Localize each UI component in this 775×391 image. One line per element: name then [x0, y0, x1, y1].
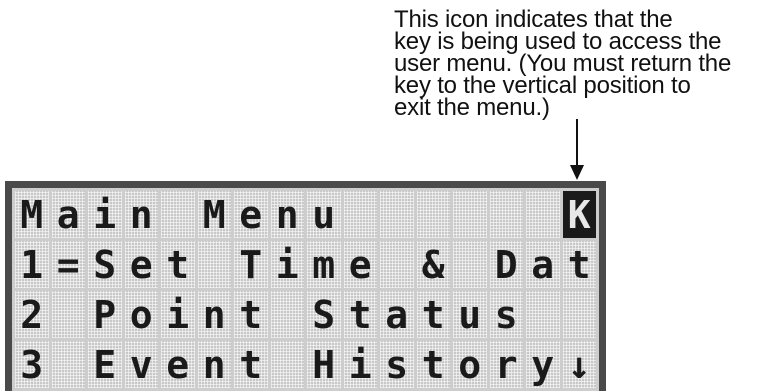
lcd-char-cell	[51, 291, 85, 338]
lcd-char-cell: y	[526, 341, 560, 388]
lcd-char-cell: o	[124, 291, 158, 338]
lcd-char-cell: m	[307, 241, 341, 288]
lcd-char-cell	[51, 341, 85, 388]
lcd-char-cell	[270, 291, 304, 338]
lcd-empty-cell	[562, 291, 596, 338]
lcd-char-cell: e	[343, 241, 377, 288]
lcd-empty-cell	[489, 191, 523, 238]
lcd-char-cell: v	[124, 341, 158, 388]
lcd-char-cell: t	[416, 291, 450, 338]
lcd-char-cell: s	[489, 291, 523, 338]
lcd-empty-cell	[380, 191, 414, 238]
lcd-char-cell: H	[307, 341, 341, 388]
lcd-char-cell	[380, 241, 414, 288]
lcd-char-cell: t	[416, 341, 450, 388]
lcd-char-cell: =	[51, 241, 85, 288]
lcd-char-cell: i	[270, 241, 304, 288]
lcd-empty-cell	[453, 191, 487, 238]
callout-line-5: exit the menu.)	[394, 94, 550, 121]
lcd-char-cell: a	[526, 241, 560, 288]
lcd-char-cell: e	[161, 341, 195, 388]
key-mode-icon: K	[562, 191, 596, 238]
lcd-char-cell: t	[234, 341, 268, 388]
lcd-char-cell: M	[197, 191, 231, 238]
lcd-char-cell: t	[234, 291, 268, 338]
lcd-char-cell: e	[234, 191, 268, 238]
lcd-char-cell: t	[562, 241, 596, 288]
lcd-char-cell: D	[489, 241, 523, 288]
lcd-char-cell: T	[234, 241, 268, 288]
callout-arrow-icon	[570, 119, 584, 180]
lcd-char-cell: o	[453, 341, 487, 388]
lcd-char-cell: n	[197, 291, 231, 338]
lcd-screen: Main Me n u K 1 = Se t Time & Dat2 Point Status…	[12, 188, 599, 391]
lcd-char-cell: E	[88, 341, 122, 388]
lcd-char-cell	[161, 191, 195, 238]
lcd-char-cell: 3	[15, 341, 49, 388]
lcd-char-cell	[453, 241, 487, 288]
lcd-char-cell: n	[124, 191, 158, 238]
lcd-char-cell: n	[197, 341, 231, 388]
lcd-empty-cell	[526, 291, 560, 338]
lcd-char-cell: t	[161, 241, 195, 288]
lcd-char-cell: s	[380, 341, 414, 388]
lcd-char-cell: i	[161, 291, 195, 338]
lcd-display: Main Me n u K 1 = Se t Time & Dat2 Point Status…	[5, 181, 606, 391]
scroll-down-arrow-icon: ↓	[562, 341, 596, 388]
key-icon-callout: This icon indicates that the key is bein…	[394, 8, 774, 121]
lcd-char-cell	[197, 241, 231, 288]
lcd-char-cell: e	[124, 241, 158, 288]
lcd-char-cell	[270, 341, 304, 388]
lcd-char-cell: a	[380, 291, 414, 338]
lcd-char-cell: S	[88, 241, 122, 288]
lcd-char-cell: u	[307, 191, 341, 238]
lcd-char-cell: S	[307, 291, 341, 338]
lcd-char-cell: &	[416, 241, 450, 288]
lcd-char-cell: t	[343, 291, 377, 338]
lcd-empty-cell	[416, 191, 450, 238]
lcd-char-cell: r	[489, 341, 523, 388]
lcd-empty-cell	[343, 191, 377, 238]
lcd-char-cell: 2	[15, 291, 49, 338]
lcd-char-cell: n	[270, 191, 304, 238]
lcd-char-cell: i	[343, 341, 377, 388]
lcd-empty-cell	[526, 191, 560, 238]
lcd-char-cell: u	[453, 291, 487, 338]
lcd-char-cell: P	[88, 291, 122, 338]
lcd-char-cell: i	[88, 191, 122, 238]
lcd-char-cell: a	[51, 191, 85, 238]
lcd-char-cell: M	[15, 191, 49, 238]
lcd-char-cell: 1	[15, 241, 49, 288]
